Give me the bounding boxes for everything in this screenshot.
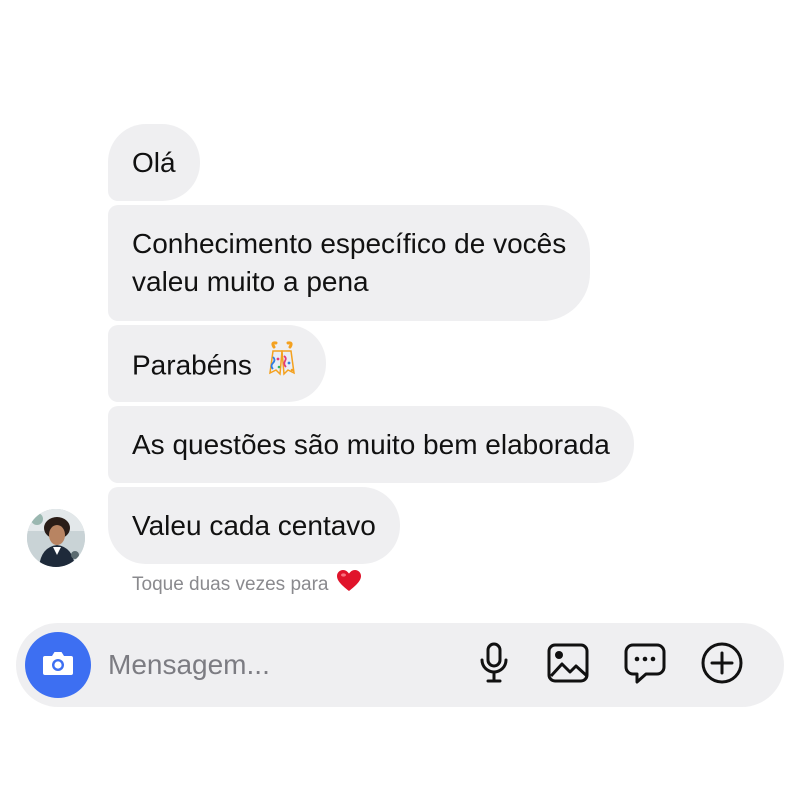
message-text-line: valeu muito a pena — [132, 266, 369, 297]
message-bubble[interactable]: Parabéns — [108, 325, 326, 402]
sticker-button[interactable] — [624, 643, 666, 686]
sticker-message-icon — [623, 641, 667, 690]
party-popper-icon — [262, 339, 302, 389]
microphone-icon — [477, 642, 511, 689]
heart-icon — [336, 569, 362, 602]
message-text: Valeu cada centavo — [132, 510, 376, 541]
message-text-line: Conhecimento específico de vocês — [132, 228, 567, 259]
add-icon — [700, 641, 744, 690]
image-icon — [546, 642, 590, 689]
message-text: As questões são muito bem elaborada — [132, 429, 610, 460]
message-text: Parabéns — [132, 349, 252, 381]
message-bubble[interactable]: Olá — [108, 124, 200, 201]
camera-icon — [41, 648, 75, 683]
message-text: Olá — [132, 147, 176, 178]
double-tap-hint: Toque duas vezes para — [132, 569, 362, 602]
message-thread: Olá Conhecimento específico de vocês val… — [0, 0, 800, 600]
add-button[interactable] — [701, 642, 743, 686]
message-bubble[interactable]: Conhecimento específico de vocês valeu m… — [108, 205, 591, 321]
message-composer — [16, 623, 784, 707]
message-bubble[interactable]: As questões são muito bem elaborada — [108, 406, 634, 483]
message-bubble[interactable]: Valeu cada centavo — [108, 487, 400, 564]
gallery-button[interactable] — [546, 642, 590, 689]
message-input[interactable] — [108, 623, 448, 707]
microphone-button[interactable] — [473, 642, 515, 689]
camera-button[interactable] — [25, 632, 91, 698]
avatar[interactable] — [27, 509, 85, 567]
hint-text: Toque duas vezes para — [132, 574, 329, 595]
